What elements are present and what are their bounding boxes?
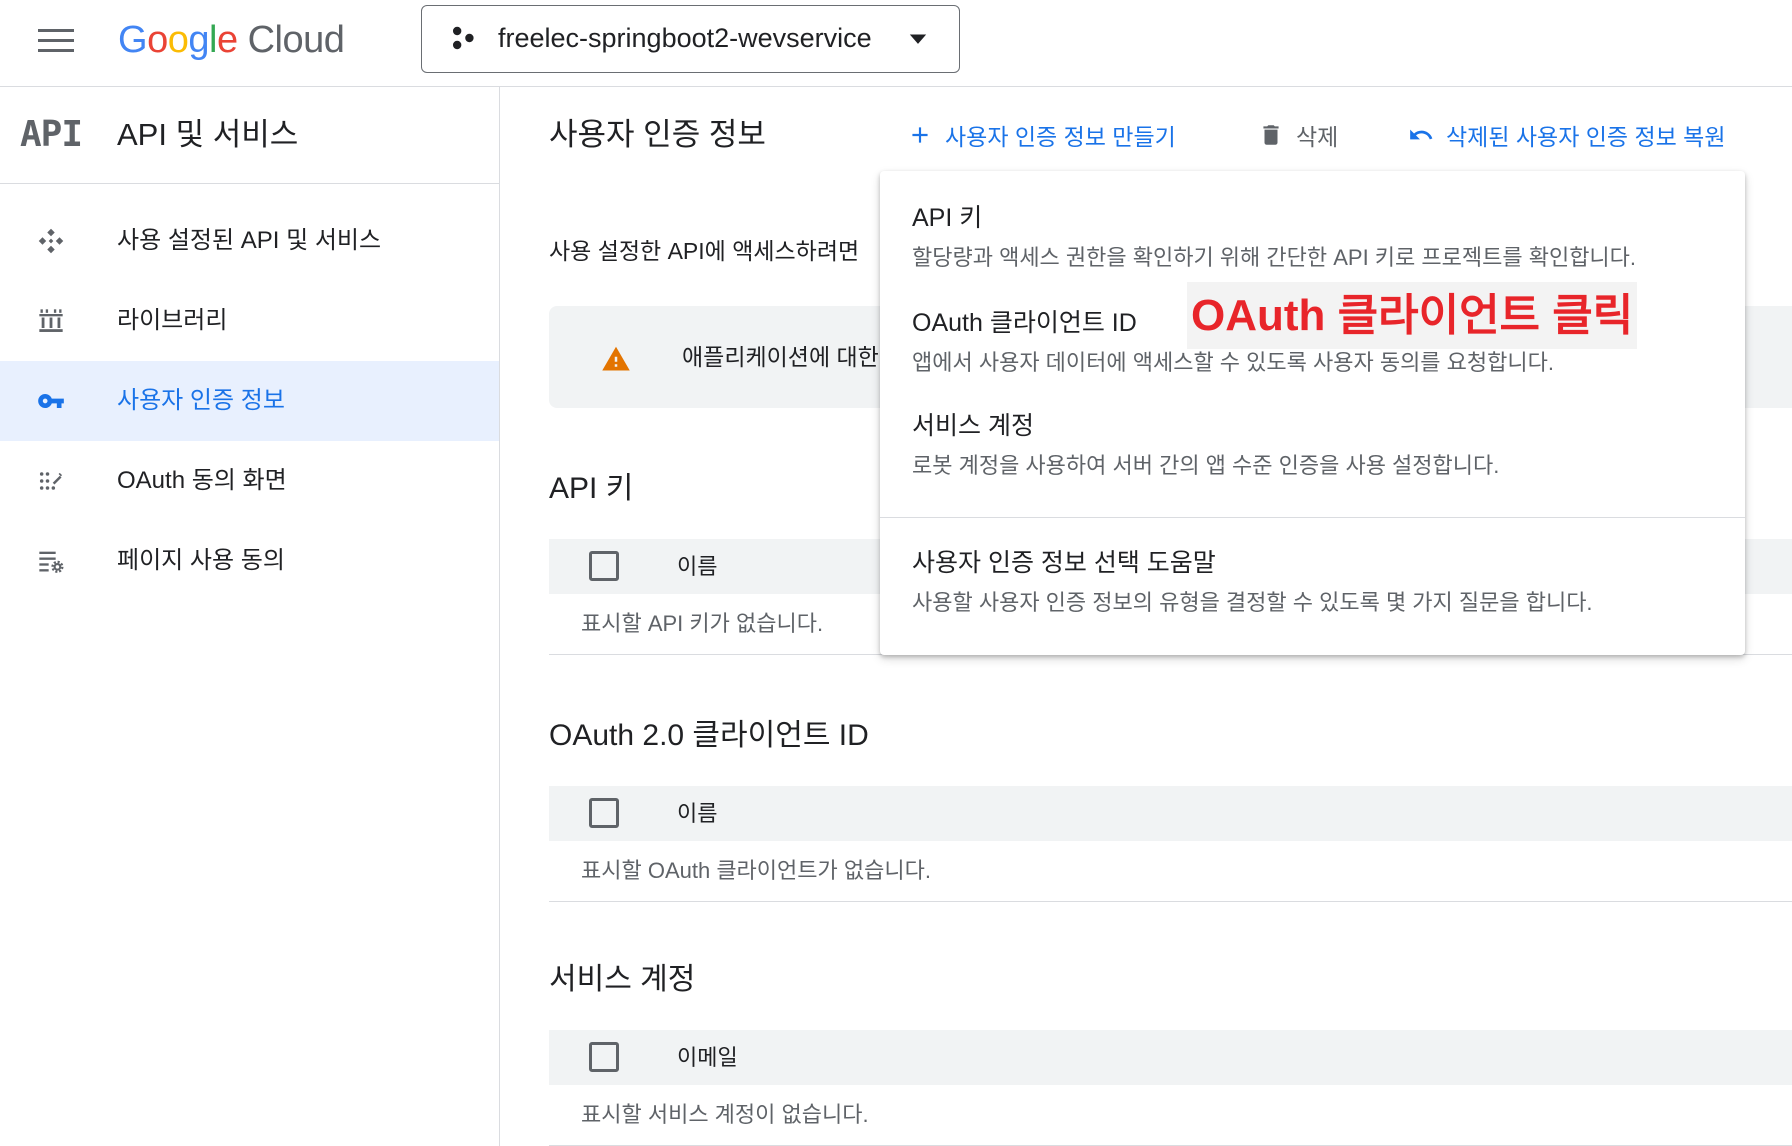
logo-letter: e (216, 19, 238, 61)
enabled-apis-icon (37, 227, 65, 255)
sidebar-item-label: 사용 설정된 API 및 서비스 (117, 227, 382, 254)
oauth-consent-icon (37, 467, 65, 495)
key-icon (37, 387, 65, 415)
project-selector[interactable]: freelec-springboot2-wevservice (421, 5, 960, 73)
sidebar-item-label: 페이지 사용 동의 (117, 547, 285, 574)
section-heading: 서비스 계정 (549, 963, 696, 996)
empty-row: 표시할 OAuth 클라이언트가 없습니다. (549, 841, 1792, 902)
page-usage-icon (37, 547, 65, 575)
plus-icon (912, 127, 928, 143)
top-bar: Google Cloud freelec-springboot2-wevservi… (0, 0, 1792, 87)
cloud-wordmark: Cloud (247, 19, 345, 61)
select-all-checkbox[interactable] (589, 798, 619, 828)
menu-item-description: 사용할 사용자 인증 정보의 유형을 결정할 수 있도록 몇 가지 질문을 합니… (912, 590, 1593, 615)
empty-message: 표시할 API 키가 없습니다. (581, 611, 824, 636)
menu-item-title: 서비스 계정 (912, 412, 1034, 440)
warning-text: 애플리케이션에 대한 (682, 344, 879, 370)
main-menu-button[interactable] (36, 26, 76, 54)
project-icon (452, 26, 474, 50)
menu-item-description: 앱에서 사용자 데이터에 액세스할 수 있도록 사용자 동의를 요청합니다. (912, 350, 1554, 375)
menu-item-description: 로봇 계정을 사용하여 서버 간의 앱 수준 인증을 사용 설정합니다. (912, 453, 1500, 478)
sidebar-item-enabled-apis[interactable]: 사용 설정된 API 및 서비스 (0, 201, 499, 281)
sidebar-item-label: 라이브러리 (117, 307, 228, 334)
column-header-name[interactable]: 이름 (677, 786, 717, 841)
menu-item-help-me-choose[interactable]: 사용자 인증 정보 선택 도움말 사용할 사용자 인증 정보의 유형을 결정할 … (880, 533, 1745, 630)
column-header-email[interactable]: 이메일 (677, 1030, 738, 1085)
select-all-checkbox[interactable] (589, 1042, 619, 1072)
section-service-accounts: 서비스 계정 이메일 표시할 서비스 계정이 없습니다. (549, 959, 1792, 1146)
intro-text: 사용 설정한 API에 액세스하려면 (549, 238, 860, 264)
menu-item-title: API 키 (912, 204, 983, 232)
column-header-name[interactable]: 이름 (677, 539, 717, 594)
sidebar-item-library[interactable]: 라이브러리 (0, 281, 499, 361)
logo-letter: o (167, 19, 189, 61)
logo-letter: G (118, 19, 148, 61)
section-heading: API 키 (549, 472, 634, 505)
dropdown-arrow-icon (909, 34, 927, 44)
project-name: freelec-springboot2-wevservice (498, 23, 872, 53)
menu-divider (880, 517, 1745, 518)
hamburger-menu-icon (38, 29, 74, 52)
sidebar-item-label: OAuth 동의 화면 (117, 467, 287, 494)
table-header: 이메일 (549, 1030, 1792, 1085)
select-all-checkbox[interactable] (589, 551, 619, 581)
section-heading: OAuth 2.0 클라이언트 ID (549, 719, 869, 752)
page-title: 사용자 인증 정보 (549, 117, 766, 152)
sidebar-item-oauth-consent[interactable]: OAuth 동의 화면 (0, 441, 499, 521)
undo-icon (1410, 129, 1433, 140)
sidebar-item-credentials[interactable]: 사용자 인증 정보 (0, 361, 499, 441)
sidebar: API API 및 서비스 사용 설정된 API 및 서비스 라이브러리 사용자… (0, 87, 500, 1146)
create-credentials-button[interactable]: 사용자 인증 정보 만들기 (907, 114, 1176, 156)
sidebar-title: API 및 서비스 (117, 117, 299, 152)
table-header: 이름 (549, 786, 1792, 841)
create-credentials-label: 사용자 인증 정보 만들기 (945, 124, 1176, 150)
menu-item-api-key[interactable]: API 키 할당량과 액세스 권한을 확인하기 위해 간단한 API 키로 프로… (880, 188, 1745, 285)
google-cloud-logo[interactable]: Google Cloud (118, 18, 345, 62)
empty-message: 표시할 OAuth 클라이언트가 없습니다. (581, 858, 931, 883)
delete-button[interactable]: 삭제 (1258, 114, 1338, 156)
create-credentials-menu: API 키 할당량과 액세스 권한을 확인하기 위해 간단한 API 키로 프로… (880, 171, 1745, 655)
library-icon (37, 307, 65, 335)
logo-letter: g (188, 19, 209, 61)
sidebar-header: API API 및 서비스 (0, 87, 499, 184)
menu-item-title: 사용자 인증 정보 선택 도움말 (912, 549, 1216, 577)
trash-icon (1263, 125, 1279, 145)
sidebar-item-label: 사용자 인증 정보 (117, 387, 285, 414)
logo-letter: o (147, 19, 168, 61)
logo-letter: l (208, 19, 217, 61)
section-oauth-clients: OAuth 2.0 클라이언트 ID 이름 표시할 OAuth 클라이언트가 없… (549, 715, 1792, 902)
warning-icon (601, 344, 631, 372)
delete-label: 삭제 (1296, 124, 1339, 150)
menu-item-service-account[interactable]: 서비스 계정 로봇 계정을 사용하여 서버 간의 앱 수준 인증을 사용 설정합… (880, 396, 1745, 493)
restore-deleted-credentials-button[interactable]: 삭제된 사용자 인증 정보 복원 (1408, 114, 1725, 156)
empty-row: 표시할 서비스 계정이 없습니다. (549, 1085, 1792, 1146)
api-product-icon: API (20, 114, 83, 155)
restore-label: 삭제된 사용자 인증 정보 복원 (1446, 124, 1726, 150)
annotation-callout: OAuth 클라이언트 클릭 (1187, 282, 1638, 349)
google-wordmark: Google (118, 19, 238, 61)
sidebar-item-page-usage[interactable]: 페이지 사용 동의 (0, 521, 499, 601)
menu-item-description: 할당량과 액세스 권한을 확인하기 위해 간단한 API 키로 프로젝트를 확인… (912, 245, 1637, 270)
empty-message: 표시할 서비스 계정이 없습니다. (581, 1102, 869, 1127)
